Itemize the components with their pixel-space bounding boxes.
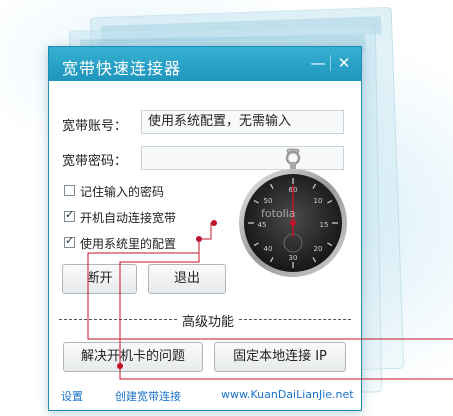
svg-text:40: 40 — [264, 245, 273, 253]
check-icon: ✓ — [65, 234, 75, 247]
use-system-config-label: 使用系统里的配置 — [80, 237, 177, 251]
password-label: 宽带密码： — [62, 154, 128, 169]
exit-button[interactable]: 退出 — [148, 264, 226, 294]
advanced-divider-left — [59, 319, 177, 320]
advanced-section-label: 高级功能 — [182, 315, 235, 330]
title-bar[interactable]: 宽带快速连接器 — ✕ — [49, 47, 361, 81]
close-button[interactable]: ✕ — [333, 53, 355, 73]
svg-text:15: 15 — [320, 221, 329, 229]
fix-boot-hang-button[interactable]: 解决开机卡的问题 — [63, 342, 203, 372]
svg-text:10: 10 — [314, 197, 323, 205]
auto-connect-label: 开机自动连接宽带 — [80, 211, 177, 225]
fixed-local-ip-button[interactable]: 固定本地连接 IP — [214, 342, 346, 372]
remember-password-label: 记住输入的密码 — [80, 185, 165, 199]
window-title: 宽带快速连接器 — [62, 59, 182, 78]
account-label: 宽带账号： — [62, 119, 128, 134]
website-link[interactable]: www.KuanDaiLianJie.net — [221, 388, 354, 401]
account-field[interactable]: 使用系统配置，无需输入 — [141, 110, 344, 134]
svg-text:50: 50 — [264, 197, 273, 205]
svg-text:20: 20 — [314, 245, 323, 253]
auto-connect-checkbox[interactable]: ✓ — [64, 208, 75, 222]
titlebar-separator — [330, 55, 331, 71]
use-system-config-checkbox[interactable]: ✓ — [64, 234, 75, 248]
check-icon: ✓ — [65, 208, 75, 221]
disconnect-button[interactable]: 断开 — [62, 264, 137, 294]
watermark-text: fotolia — [261, 207, 296, 220]
svg-text:30: 30 — [289, 254, 298, 262]
settings-link[interactable]: 设置 — [61, 388, 83, 404]
svg-text:45: 45 — [258, 221, 267, 229]
remember-password-checkbox[interactable] — [64, 185, 75, 196]
advanced-divider-right — [239, 319, 351, 320]
app-window: 宽带快速连接器 — ✕ 宽带账号： 使用系统配置，无需输入 宽带密码： 记住输入… — [48, 46, 362, 411]
minimize-button[interactable]: — — [307, 53, 329, 73]
create-connection-link[interactable]: 创建宽带连接 — [115, 388, 181, 404]
